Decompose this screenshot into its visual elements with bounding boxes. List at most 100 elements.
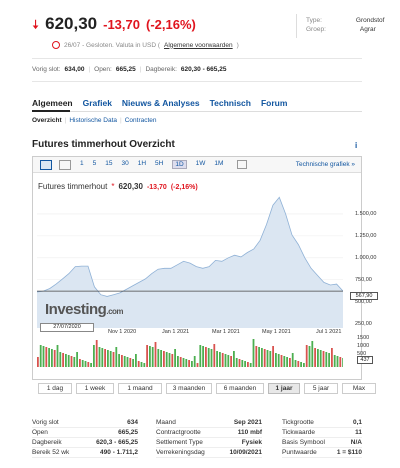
interval-1w[interactable]: 1W <box>196 160 206 169</box>
tab-forum[interactable]: Forum <box>261 98 287 108</box>
stat-label: Basis Symbool <box>282 439 325 446</box>
price-change: -13,70 <box>103 17 140 32</box>
divider <box>32 81 362 82</box>
volume-bar <box>317 349 319 367</box>
volume-bar <box>135 354 137 367</box>
volume-bar <box>126 357 129 367</box>
stat-row: Verrekeningsdag 10/09/2021 <box>156 448 262 458</box>
range-button[interactable]: 1 jaar <box>268 383 300 394</box>
open-value: 665,25 <box>115 66 136 73</box>
tab-nieuws[interactable]: Nieuws & Analyses <box>122 98 200 108</box>
volume-bar <box>202 346 204 367</box>
volume-bar <box>325 352 328 367</box>
range-button[interactable]: 1 week <box>76 383 114 394</box>
interval-15[interactable]: 15 <box>105 160 112 169</box>
volume-bar <box>283 356 286 367</box>
volume-bar <box>79 359 81 367</box>
volume-bar <box>319 350 322 367</box>
interval-1m[interactable]: 1M <box>214 160 223 169</box>
volume-bar <box>48 348 50 367</box>
volume-bar <box>188 360 190 367</box>
stat-label: Puntwaarde <box>282 449 317 456</box>
interval-30[interactable]: 30 <box>121 160 128 169</box>
market-status-close: ) <box>236 41 239 49</box>
volume-bar <box>84 361 87 367</box>
volume-bar <box>123 356 126 367</box>
volume-bar <box>129 358 132 367</box>
y-tick-label: 250,00 <box>355 320 372 327</box>
group-label: Groep: <box>306 26 326 33</box>
stat-value: 620,3 - 665,25 <box>96 439 138 446</box>
volume-bar <box>199 345 202 367</box>
volume-bar <box>322 351 325 367</box>
area-chart-icon[interactable] <box>40 159 52 170</box>
range-button[interactable]: 1 dag <box>38 383 72 394</box>
stats-col-1: Vorig slot 634 Open 665,25 Dagbereik 620,3 - … <box>32 418 138 458</box>
stat-value: 1 = $110 <box>336 449 362 456</box>
volume-bar <box>109 351 112 367</box>
subtab-contracten[interactable]: Contracten <box>125 117 157 124</box>
volume-bar <box>65 354 67 367</box>
clock-icon <box>52 41 60 49</box>
y-tick-label: 1.000,00 <box>355 254 377 261</box>
interval-buttons: 1 5 15 30 1H 5H 1D 1W 1M <box>71 160 223 169</box>
volume-bar <box>177 356 179 367</box>
stat-row: Tickwaarde 11 <box>282 428 362 438</box>
volume-bar <box>205 347 207 367</box>
price-header: 🠇 620,30 -13,70 (-2,16%) <box>32 14 196 38</box>
volume-bar <box>230 356 232 367</box>
interval-1h[interactable]: 1H <box>138 160 146 169</box>
interval-1d[interactable]: 1D <box>172 160 187 169</box>
stat-label: Tickwaarde <box>282 429 315 436</box>
volume-bar <box>81 360 84 367</box>
tab-technisch[interactable]: Technisch <box>210 98 251 108</box>
line-chart-icon[interactable] <box>59 159 71 170</box>
range-button[interactable]: 6 maanden <box>216 383 264 394</box>
volume-bar <box>227 355 230 367</box>
range-button[interactable]: 1 maand <box>118 383 162 394</box>
volume-bar <box>51 349 53 367</box>
volume-bar <box>269 351 272 367</box>
volume-bar <box>196 363 199 367</box>
y-tick-label: 1.250,00 <box>355 232 377 239</box>
stat-value: 10/09/2021 <box>229 449 262 456</box>
volume-bar <box>59 352 62 367</box>
volume-bar <box>255 346 258 367</box>
volume-bar <box>157 349 160 367</box>
range-button[interactable]: 3 maanden <box>166 383 212 394</box>
volume-bar <box>261 348 263 367</box>
volume-bar <box>62 353 64 367</box>
volume-bar <box>258 347 260 367</box>
stat-value: 110 mbf <box>237 429 262 436</box>
interval-5[interactable]: 5 <box>93 160 97 169</box>
sub-tabs: Overzicht | Historische Data | Contracte… <box>32 117 157 124</box>
stat-value: N/A <box>350 439 362 446</box>
stats-col-3: Tickgrootte 0,1 Tickwaarde 11 Basis Symbool N… <box>282 418 362 458</box>
technical-chart-link[interactable]: Technische grafiek » <box>296 161 355 168</box>
interval-5h[interactable]: 5H <box>155 160 163 169</box>
chart-change: -13,70 <box>146 184 167 191</box>
tab-algemeen[interactable]: Algemeen <box>32 98 73 108</box>
volume-bar <box>53 350 56 367</box>
range-button[interactable]: Max <box>342 383 376 394</box>
info-icon[interactable]: i <box>355 141 363 150</box>
stat-label: Open <box>32 429 48 436</box>
volume-bar <box>191 361 193 367</box>
section-title: Futures timmerhout Overzicht <box>32 139 175 150</box>
stat-label: Maand <box>156 419 176 426</box>
calendar-icon[interactable] <box>237 160 248 169</box>
volume-bar <box>275 353 277 367</box>
stat-value: 490 - 1.711,2 <box>100 449 138 456</box>
volume-bar <box>333 355 336 367</box>
market-status-text: 26/07 - Gesloten. Valuta in USD ( <box>64 41 160 49</box>
volume-bar <box>207 348 210 367</box>
tab-grafiek[interactable]: Grafiek <box>83 98 112 108</box>
range-button[interactable]: 5 jaar <box>304 383 338 394</box>
active-tab-indicator <box>32 110 70 112</box>
interval-1[interactable]: 1 <box>80 160 84 169</box>
terms-link[interactable]: Algemene voorwaarden <box>164 42 233 49</box>
volume-bar <box>121 355 123 367</box>
volume-bar <box>193 356 196 367</box>
subtab-overzicht[interactable]: Overzicht <box>32 117 62 124</box>
subtab-historische-data[interactable]: Historische Data <box>69 117 117 124</box>
